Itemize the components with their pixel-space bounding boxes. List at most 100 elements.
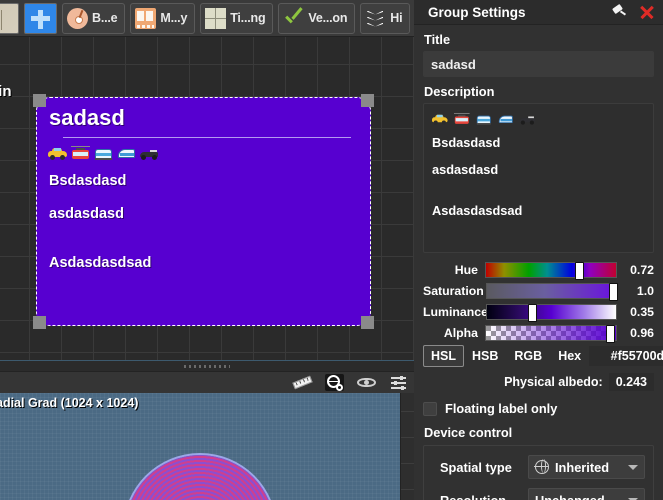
aerial-tramway-icon (71, 145, 90, 160)
device-control-label: Device control (424, 425, 513, 440)
saturation-slider[interactable] (486, 282, 618, 301)
radial-gradient-preview (125, 455, 275, 500)
aerial-tramway-icon (454, 112, 470, 124)
double-chevron-down-icon (365, 8, 386, 29)
title-input[interactable]: sadasd (423, 51, 654, 77)
spatial-type-value: Inherited (555, 459, 610, 475)
panel-title: Group Settings (428, 4, 526, 20)
resize-handle-top-left[interactable] (33, 94, 46, 107)
color-mode-hsl[interactable]: HSL (423, 345, 464, 367)
panel-body: Title sadasd Description Bsdasdasd asdas… (414, 32, 663, 500)
tab-tiling[interactable]: Ti...ng (200, 2, 274, 34)
eye-icon[interactable] (357, 374, 376, 391)
hue-slider[interactable] (485, 261, 617, 280)
tab-history-label: Hi (390, 11, 403, 25)
tab-version-label: Ve...on (308, 11, 348, 25)
title-field-label: Title (424, 32, 451, 47)
resolution-row: Resolution Unchanged (432, 488, 645, 500)
taxi-icon (48, 145, 67, 160)
tab-version[interactable]: Ve...on (278, 2, 356, 34)
color-sliders: Hue 0.72 Saturation 1.0 Luminance 0.35 A… (423, 261, 654, 343)
hex-value-field[interactable]: #f55700d0 (589, 346, 663, 366)
design-canvas[interactable]: lin sadasd Bsdasdasd asdasdasd (0, 37, 414, 360)
description-textarea[interactable]: Bsdasdasd asdasdasd Asdasdasdsad (423, 103, 654, 253)
tab-memory[interactable]: M...y (130, 2, 196, 34)
color-mode-hex[interactable]: Hex (550, 345, 589, 367)
brush-icon (67, 7, 88, 29)
train-icon (476, 112, 492, 125)
physical-albedo-value: 0.243 (608, 373, 654, 391)
taxi-icon (432, 112, 448, 125)
zoom-globe-icon[interactable] (325, 374, 344, 391)
tiling-icon (205, 7, 227, 29)
splitter-grip (184, 365, 230, 368)
group-card-body: Bsdasdasd asdasdasd Asdasdasdsad (49, 173, 361, 288)
resize-handle-bottom-right[interactable] (361, 316, 374, 329)
resolution-dropdown[interactable]: Unchanged (528, 488, 645, 500)
editor-area: B...e M...y Ti...ng Ve...on Hi in sadasd… (0, 0, 415, 500)
globe-icon (534, 459, 549, 474)
slider-row-luminance: Luminance 0.35 (423, 303, 654, 322)
luminance-label: Luminance (423, 304, 488, 319)
map-thumbnail-button[interactable] (0, 2, 19, 34)
sliders-icon[interactable] (389, 374, 408, 391)
add-button[interactable] (24, 2, 57, 34)
group-card-line-2: asdasdasd (49, 206, 124, 222)
saturation-label: Saturation (423, 283, 484, 298)
checkmark-icon (283, 8, 304, 29)
slider-row-alpha: Alpha 0.96 (423, 324, 654, 343)
alpha-label: Alpha (443, 325, 479, 340)
racing-car-icon (520, 112, 536, 125)
tab-tiling-label: Ti...ng (230, 11, 266, 25)
alpha-slider[interactable] (485, 324, 617, 343)
device-control-box: Spatial type Inherited Resolution Unchan… (423, 445, 654, 500)
group-settings-panel: Group Settings Title sadasd Description … (414, 0, 663, 500)
floating-label-row[interactable]: Floating label only (423, 401, 654, 416)
train-icon (94, 145, 113, 160)
physical-albedo-row: Physical albedo: 0.243 (423, 373, 654, 391)
spatial-type-row: Spatial type Inherited (432, 455, 645, 479)
panel-header: Group Settings (414, 0, 663, 25)
bullet-train-icon (498, 112, 514, 124)
floating-label-checkbox[interactable] (423, 401, 437, 416)
group-card-divider (63, 137, 351, 138)
color-mode-tabs: HSL HSB RGB Hex #f55700d0 (423, 345, 663, 367)
group-card-title: sadasd (49, 105, 125, 130)
description-line-1: Bsdasdasd (432, 135, 501, 150)
group-card[interactable]: sadasd Bsdasdasd asdasdasd Asdasdasdsad (33, 94, 374, 329)
pin-icon[interactable] (611, 3, 627, 20)
spatial-type-dropdown[interactable]: Inherited (528, 455, 645, 479)
close-icon[interactable] (639, 4, 655, 20)
slider-row-hue: Hue 0.72 (423, 261, 654, 280)
texture-preview[interactable]: adial Grad (1024 x 1024) (0, 393, 400, 500)
group-card-fill: sadasd Bsdasdasd asdasdasd Asdasdasdsad (36, 97, 371, 326)
floating-label-text: Floating label only (445, 401, 558, 416)
resize-handle-bottom-left[interactable] (33, 316, 46, 329)
group-card-emoji-row (48, 145, 159, 160)
racing-car-icon (140, 145, 159, 160)
app-root: B...e M...y Ti...ng Ve...on Hi in sadasd… (0, 0, 663, 500)
alpha-value: 0.96 (630, 325, 654, 340)
horizontal-splitter[interactable] (0, 360, 414, 372)
group-card-line-3: Asdasdasdsad (49, 255, 152, 271)
ruler-icon[interactable] (292, 374, 313, 391)
hue-value: 0.72 (630, 262, 654, 277)
texture-preview-label: adial Grad (1024 x 1024) (0, 396, 139, 410)
preview-toolbar (0, 372, 414, 393)
tab-memory-label: M...y (160, 11, 188, 25)
description-label: Description (424, 84, 495, 99)
tab-history[interactable]: Hi (360, 2, 411, 34)
color-mode-rgb[interactable]: RGB (506, 345, 550, 367)
hue-label: Hue (454, 262, 479, 277)
luminance-value: 0.35 (630, 304, 654, 319)
luminance-slider[interactable] (486, 303, 617, 322)
description-line-3: Asdasdasdsad (432, 203, 523, 218)
top-toolbar: B...e M...y Ti...ng Ve...on Hi (0, 0, 414, 37)
resize-handle-top-right[interactable] (361, 94, 374, 107)
preview-scrollbar[interactable] (400, 393, 415, 500)
resolution-value: Unchanged (535, 492, 605, 500)
description-emoji-row (432, 111, 645, 126)
color-mode-hsb[interactable]: HSB (464, 345, 506, 367)
tab-brush[interactable]: B...e (62, 2, 126, 34)
physical-albedo-label: Physical albedo: (504, 375, 603, 389)
